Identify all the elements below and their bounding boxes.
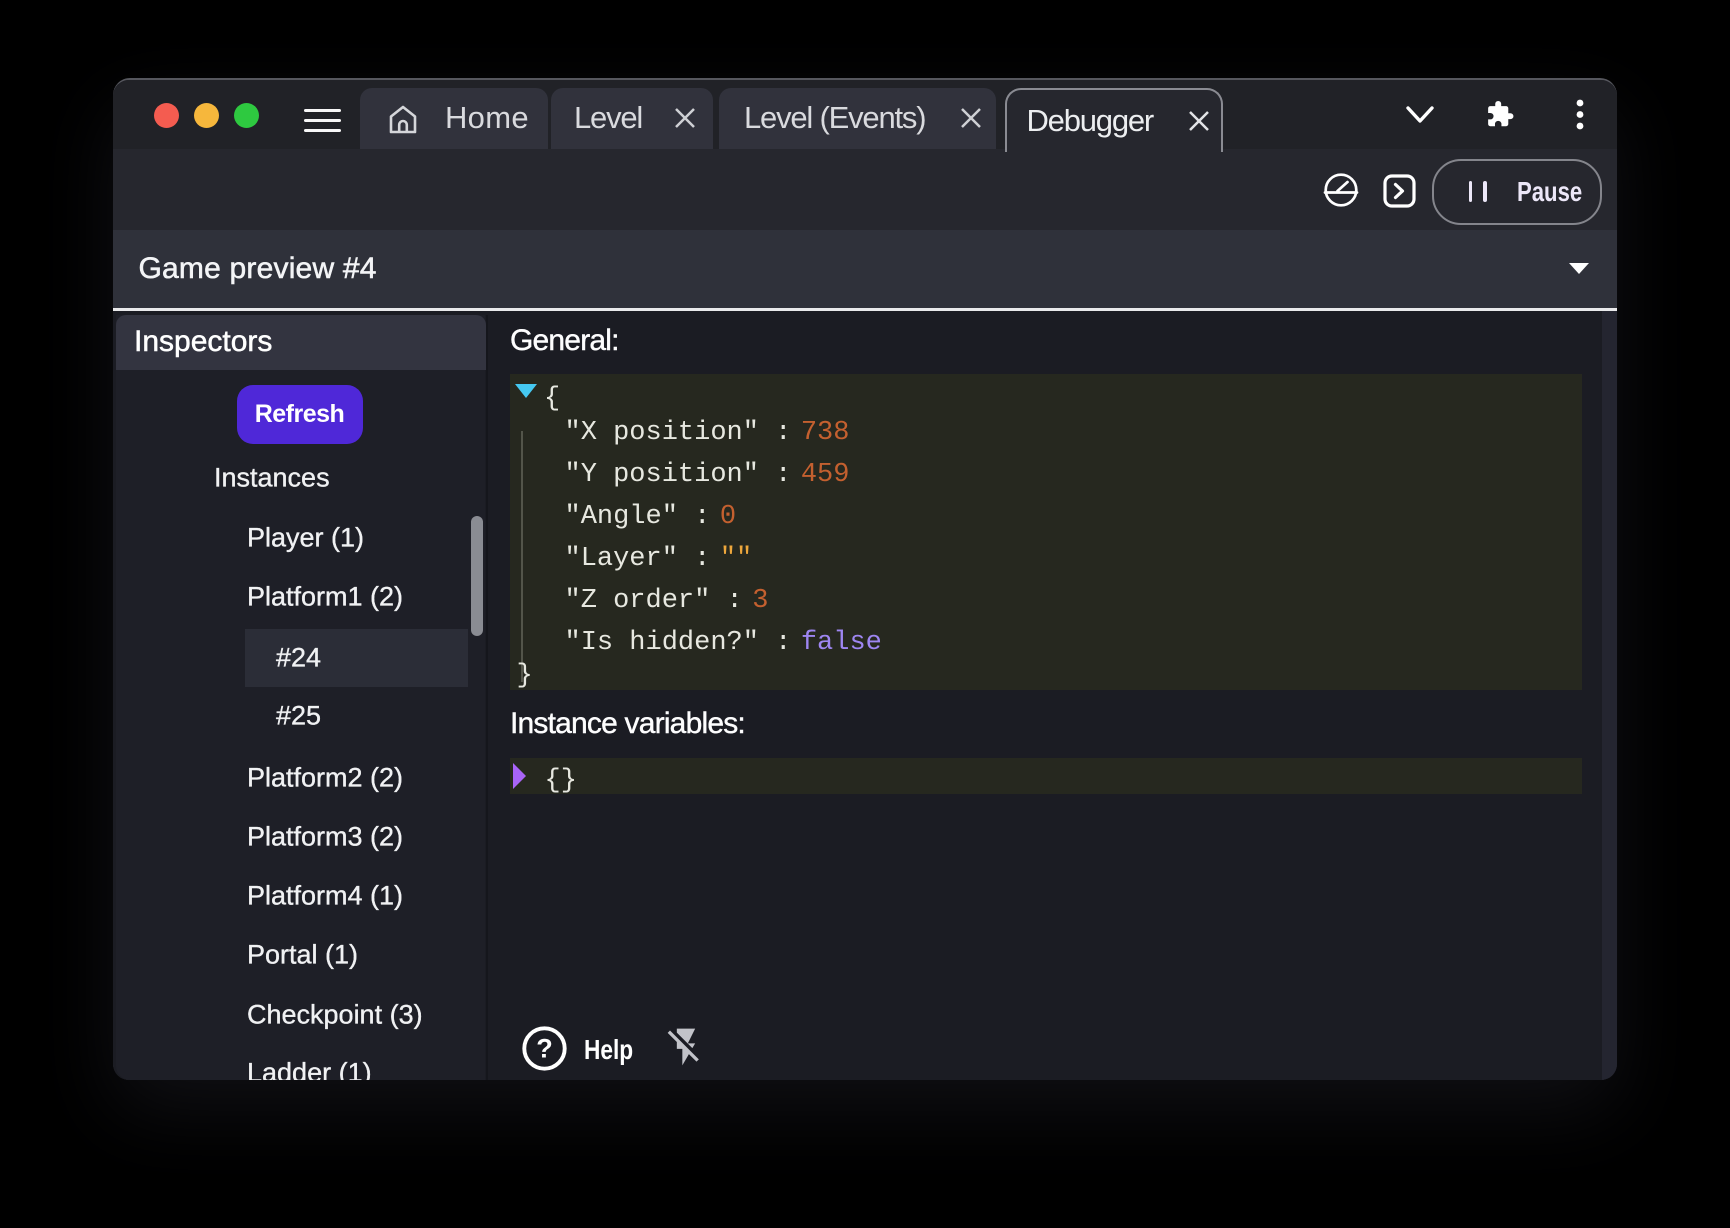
svg-text:?: ?: [536, 1033, 553, 1063]
